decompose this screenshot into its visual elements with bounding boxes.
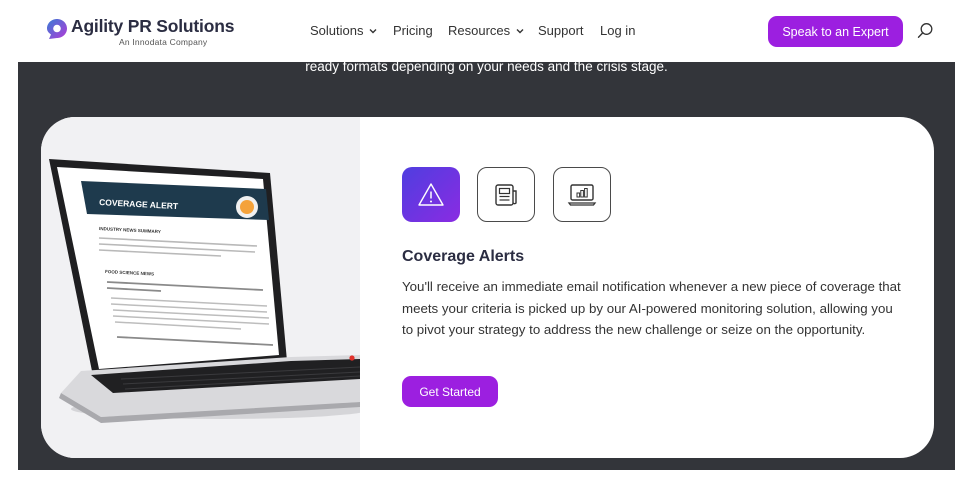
logo-name: Agility PR Solutions <box>71 16 235 36</box>
search-icon[interactable] <box>917 22 934 39</box>
nav-label: Resources <box>448 23 511 38</box>
get-started-button[interactable]: Get Started <box>402 376 498 407</box>
nav-login[interactable]: Log in <box>600 23 635 38</box>
nav-solutions[interactable]: Solutions <box>310 23 377 38</box>
logo-tagline: An Innodata Company <box>119 37 208 47</box>
alert-triangle-icon <box>418 182 444 206</box>
feature-card: COVERAGE ALERT INDUSTRY NEWS SUMMARY FOO… <box>41 117 934 458</box>
nav-support[interactable]: Support <box>538 23 584 38</box>
feature-image-panel: COVERAGE ALERT INDUSTRY NEWS SUMMARY FOO… <box>41 117 360 458</box>
monitor-chart-icon <box>567 183 597 206</box>
nav-pricing[interactable]: Pricing <box>393 23 433 38</box>
feature-title: Coverage Alerts <box>402 248 525 265</box>
logo-mark-icon <box>47 19 67 39</box>
nav-label: Log in <box>600 23 636 38</box>
nav-resources[interactable]: Resources <box>448 23 524 38</box>
news-tab[interactable] <box>477 167 535 222</box>
site-header: Agility PR Solutions An Innodata Company… <box>0 0 973 62</box>
section-intro-text: ready formats depending on your needs an… <box>305 59 668 74</box>
analytics-tab[interactable] <box>553 167 611 222</box>
alert-tab[interactable] <box>402 167 460 222</box>
nav-label: Pricing <box>393 23 433 38</box>
newspaper-icon <box>495 183 517 206</box>
feature-description: You'll receive an immediate email notifi… <box>402 279 901 338</box>
speak-to-expert-button[interactable]: Speak to an Expert <box>768 16 903 47</box>
laptop-screenshot-image: COVERAGE ALERT INDUSTRY NEWS SUMMARY FOO… <box>49 159 360 423</box>
chevron-down-icon <box>369 28 377 33</box>
nav-label: Solutions <box>310 23 364 38</box>
nav-label: Support <box>538 23 584 38</box>
logo[interactable]: Agility PR Solutions An Innodata Company <box>46 16 234 48</box>
chevron-down-icon <box>516 28 524 33</box>
